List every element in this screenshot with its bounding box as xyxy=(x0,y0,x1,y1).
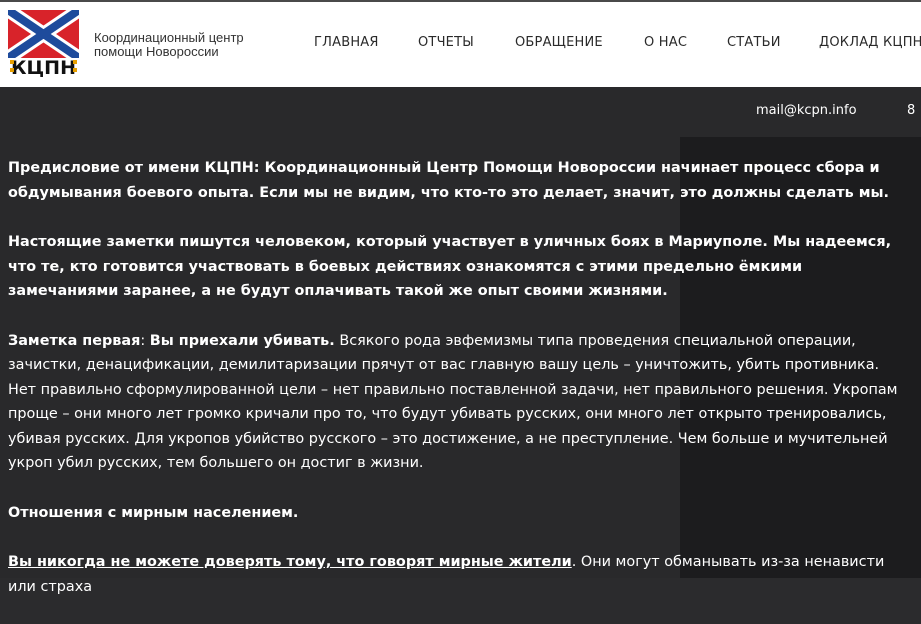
article-paragraph-note-one: Заметка первая: Вы приехали убивать. Вся… xyxy=(8,329,908,476)
note-title: Вы приехали убивать. xyxy=(149,332,335,349)
site-header: КЦПН Координационный центр помощи Новоро… xyxy=(0,2,921,87)
site-logo[interactable]: КЦПН xyxy=(8,10,79,79)
logo-dot xyxy=(10,60,14,64)
note-separator: : xyxy=(140,332,150,349)
civilians-emphasis: Вы никогда не можете доверять тому, что … xyxy=(8,554,572,570)
contact-email[interactable]: mail@kcpn.info xyxy=(756,103,857,118)
logo-dot xyxy=(10,68,14,72)
nav-item-appeal[interactable]: ОБРАЩЕНИЕ xyxy=(515,35,603,50)
note-label: Заметка первая xyxy=(8,332,141,349)
article-paragraph-preface: Предисловие от имени КЦПН: Координационн… xyxy=(8,160,889,201)
nav-item-reports[interactable]: ОТЧЕТЫ xyxy=(418,35,474,50)
nav-item-home[interactable]: ГЛАВНАЯ xyxy=(314,35,379,50)
nav-item-about[interactable]: О НАС xyxy=(644,35,687,50)
article-paragraph-civilians: Вы никогда не можете доверять тому, что … xyxy=(8,550,908,599)
logo-wordmark: КЦПН xyxy=(8,58,79,79)
nav-item-report-kcpn[interactable]: ДОКЛАД КЦПН xyxy=(819,35,921,50)
nav-item-articles[interactable]: СТАТЬИ xyxy=(727,35,781,50)
logo-text: КЦПН xyxy=(11,57,76,79)
novorossiya-flag-icon xyxy=(8,10,79,58)
article-body: Предисловие от имени КЦПН: Координационн… xyxy=(8,156,908,624)
contact-phone[interactable]: 8 xyxy=(907,103,915,118)
logo-dot xyxy=(73,60,77,64)
logo-dot xyxy=(73,68,77,72)
article-paragraph-intro: Настоящие заметки пишутся человеком, кот… xyxy=(8,234,892,299)
article-section-heading: Отношения с мирным населением. xyxy=(8,504,299,521)
note-body: Всякого рода эвфемизмы типа проведения с… xyxy=(8,332,898,472)
site-name[interactable]: Координационный центр помощи Новороссии xyxy=(94,31,274,59)
